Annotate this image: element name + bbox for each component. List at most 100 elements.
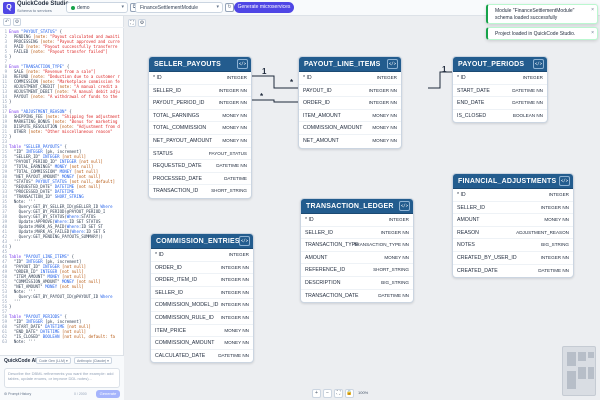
model-mode-select[interactable]: Code Gen (LLM) ▾ — [36, 357, 71, 364]
column-row[interactable]: AMOUNT MONEY NN — [301, 252, 413, 265]
column-row[interactable]: SELLER_ID INTEGER NN — [151, 287, 253, 300]
schema-canvas[interactable]: ⛶ ⚙ 1 * * 1 SELLER_PAYOUTS </> * ID INTEGER… — [124, 16, 600, 400]
column-name: NET_PAYOUT_AMOUNT — [153, 137, 213, 144]
settings-icon[interactable]: ⚙ — [13, 18, 21, 26]
minimap[interactable] — [562, 346, 596, 396]
column-row[interactable]: NET_AMOUNT MONEY NN — [299, 135, 401, 148]
entity-header[interactable]: PAYOUT_PERIODS </> — [453, 57, 547, 72]
column-type: INTEGER NN — [540, 254, 569, 260]
undo-icon[interactable]: ↶ — [3, 18, 11, 26]
column-row[interactable]: ORDER_ID INTEGER NN — [151, 262, 253, 275]
column-row[interactable]: TRANSACTION_ID SHORT_STRING — [149, 185, 251, 198]
code-view-icon[interactable]: </> — [533, 59, 544, 69]
code-token: FAILED — [9, 49, 31, 54]
column-type: ADJUSTMENT_REASON — [516, 229, 569, 235]
column-row[interactable]: REASON ADJUSTMENT_REASON — [453, 227, 573, 240]
close-icon[interactable]: × — [591, 7, 594, 13]
entity-header[interactable]: FINANCIAL_ADJUSTMENTS </> — [453, 174, 573, 189]
fit-view-icon[interactable]: ⛶ — [334, 389, 343, 398]
column-row[interactable]: TRANSACTION_TYPE TRANSACTION_TYPE NN — [301, 239, 413, 252]
column-row[interactable]: CREATED_DATE DATETIME NN — [453, 265, 573, 278]
entity-payout-line-items[interactable]: PAYOUT_LINE_ITEMS </> * ID INTEGER PAYOUT_ID… — [298, 56, 402, 149]
entity-commission-entries[interactable]: COMMISSION_ENTRIES </> * ID INTEGER ORDER_ID… — [150, 233, 254, 364]
code-token: Note: ''' — [9, 339, 36, 344]
column-row[interactable]: REQUESTED_DATE DATETIME NN — [149, 160, 251, 173]
code-view-icon[interactable]: </> — [399, 201, 410, 211]
column-row[interactable]: COMMISSION_MODEL_ID INTEGER NN — [151, 299, 253, 312]
generate-microservices-button[interactable]: Generate microservices — [234, 2, 294, 13]
zoom-out-icon[interactable]: − — [323, 389, 332, 398]
column-type: INTEGER NN — [220, 277, 249, 283]
column-name: COMMISSION_MODEL_ID — [155, 302, 219, 309]
column-row[interactable]: AMOUNT MONEY NN — [453, 214, 573, 227]
column-row[interactable]: PROCESSED_DATE DATETIME — [149, 173, 251, 186]
chevron-down-icon: ▾ — [216, 4, 219, 10]
column-row[interactable]: COMMISSION_RULE_ID INTEGER NN — [151, 312, 253, 325]
entity-header[interactable]: COMMISSION_ENTRIES </> — [151, 234, 253, 249]
provider-select[interactable]: Anthropic (Claude) ▾ — [74, 357, 112, 364]
module-select[interactable]: FinanceSettlementModule ▾ — [135, 2, 223, 13]
entity-financial-adjustments[interactable]: FINANCIAL_ADJUSTMENTS </> * ID INTEGER SELLE… — [452, 173, 574, 279]
column-type: MONEY NN — [224, 340, 249, 346]
column-row[interactable]: NOTES BIG_STRING — [453, 239, 573, 252]
code-view-icon[interactable]: </> — [237, 59, 248, 69]
zoom-level: 100% — [358, 390, 369, 395]
column-name: START_DATE — [457, 87, 490, 94]
prompt-history-link[interactable]: ⚙ Prompt History — [4, 392, 31, 396]
column-row[interactable]: CREATED_BY_USER_ID INTEGER NN — [453, 252, 573, 265]
column-row[interactable]: STATUS PAYOUT_STATUS — [149, 148, 251, 161]
column-row[interactable]: SELLER_ID INTEGER NN — [453, 202, 573, 215]
column-row[interactable]: * ID INTEGER — [151, 249, 253, 262]
column-row[interactable]: COMMISSION_AMOUNT MONEY NN — [299, 122, 401, 135]
code-token: "Other miscellaneous reason" — [45, 129, 113, 134]
column-row[interactable]: * ID INTEGER — [299, 72, 401, 85]
code-view-icon[interactable]: </> — [387, 59, 398, 69]
column-row[interactable]: PAYOUT_PERIOD_ID INTEGER NN — [149, 97, 251, 110]
column-row[interactable]: ITEM_AMOUNT MONEY NN — [299, 110, 401, 123]
refresh-icon[interactable]: ↻ — [225, 3, 234, 12]
column-name: COMMISSION_AMOUNT — [155, 340, 215, 347]
column-name: REASON — [457, 229, 479, 236]
code-view-icon[interactable]: </> — [559, 176, 570, 186]
entity-transaction-ledger[interactable]: TRANSACTION_LEDGER </> * ID INTEGER SELLER_I… — [300, 198, 414, 304]
entity-header[interactable]: TRANSACTION_LEDGER </> — [301, 199, 413, 214]
dbml-code-editor[interactable]: 1 Enum "PAYOUT_STATUS" {2 PENDING [note: … — [0, 29, 124, 364]
column-row[interactable]: * ID INTEGER — [453, 72, 547, 85]
column-row[interactable]: SELLER_ID INTEGER NN — [301, 227, 413, 240]
column-row[interactable]: ORDER_ITEM_ID INTEGER NN — [151, 274, 253, 287]
code-view-icon[interactable]: </> — [239, 236, 250, 246]
column-row[interactable]: CALCULATED_DATE DATETIME NN — [151, 350, 253, 363]
column-row[interactable]: ORDER_ID INTEGER NN — [299, 97, 401, 110]
entity-title: FINANCIAL_ADJUSTMENTS — [458, 178, 557, 185]
ai-prompt-input[interactable]: Describe the DBML refinements you want t… — [4, 368, 120, 388]
column-row[interactable]: COMMISSION_AMOUNT MONEY NN — [151, 337, 253, 350]
entity-payout-periods[interactable]: PAYOUT_PERIODS </> * ID INTEGER START_DATE DA… — [452, 56, 548, 124]
generate-button[interactable]: Generate — [96, 390, 120, 398]
column-type: MONEY NN — [372, 125, 397, 131]
column-row[interactable]: * ID INTEGER — [149, 72, 251, 85]
column-row[interactable]: TOTAL_EARNINGS MONEY NN — [149, 110, 251, 123]
column-row[interactable]: * ID INTEGER — [301, 214, 413, 227]
column-row[interactable]: START_DATE DATETIME NN — [453, 85, 547, 98]
zoom-in-icon[interactable]: + — [312, 389, 321, 398]
column-row[interactable]: * ID INTEGER — [453, 189, 573, 202]
app-subtitle: Schema to services — [17, 8, 52, 13]
lock-icon[interactable]: 🔒 — [345, 389, 354, 398]
column-name: TRANSACTION_TYPE — [305, 242, 359, 249]
column-row[interactable]: IS_CLOSED BOOLEAN NN — [453, 110, 547, 123]
close-icon[interactable]: × — [591, 30, 594, 36]
column-row[interactable]: TRANSACTION_DATE DATETIME NN — [301, 290, 413, 303]
column-row[interactable]: REFERENCE_ID SHORT_STRING — [301, 264, 413, 277]
column-row[interactable]: END_DATE DATETIME NN — [453, 97, 547, 110]
column-row[interactable]: TOTAL_COMMISSION MONEY NN — [149, 122, 251, 135]
column-row[interactable]: DESCRIPTION BIG_STRING — [301, 277, 413, 290]
entity-header[interactable]: SELLER_PAYOUTS </> — [149, 57, 251, 72]
column-row[interactable]: ITEM_PRICE MONEY NN — [151, 325, 253, 338]
column-row[interactable]: NET_PAYOUT_AMOUNT MONEY NN — [149, 135, 251, 148]
project-select[interactable]: demo ▾ — [66, 2, 128, 13]
column-row[interactable]: PAYOUT_ID INTEGER NN — [299, 85, 401, 98]
entity-header[interactable]: PAYOUT_LINE_ITEMS </> — [299, 57, 401, 72]
column-type: DATETIME NN — [538, 267, 569, 273]
entity-seller-payouts[interactable]: SELLER_PAYOUTS </> * ID INTEGER SELLER_ID INT… — [148, 56, 252, 199]
column-row[interactable]: SELLER_ID INTEGER NN — [149, 85, 251, 98]
